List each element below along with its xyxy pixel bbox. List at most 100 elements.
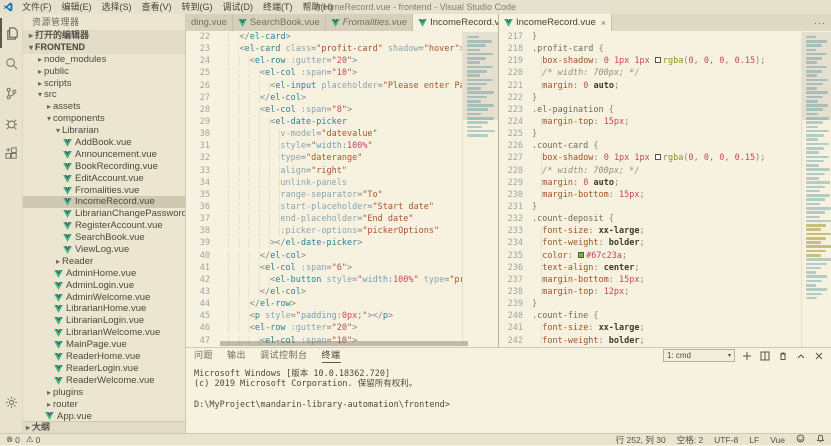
status-item[interactable]: 空格: 2 bbox=[677, 434, 703, 446]
code-line[interactable]: 236 text-align: center; bbox=[499, 262, 831, 274]
tree-item-LibrarianWelcome.vue[interactable]: LibrarianWelcome.vue bbox=[23, 327, 185, 339]
minimap-right[interactable] bbox=[801, 31, 831, 347]
menu-item[interactable]: 帮助(H) bbox=[298, 0, 339, 14]
extensions-icon[interactable] bbox=[0, 138, 23, 168]
code-line[interactable]: 40 </el-col> bbox=[186, 250, 498, 262]
code-line[interactable]: 220 /* width: 700px; */ bbox=[499, 67, 831, 79]
code-line[interactable]: 26 <el-input placeholder="Please enter P… bbox=[186, 80, 498, 92]
tree-item-Announcement.vue[interactable]: Announcement.vue bbox=[23, 149, 185, 161]
tree-item-LibrarianChangePassword.vue[interactable]: LibrarianChangePassword.vue bbox=[23, 208, 185, 220]
minimap-slider[interactable] bbox=[463, 32, 498, 120]
code-line[interactable]: 222} bbox=[499, 92, 831, 104]
feedback-smiley-icon[interactable] bbox=[796, 434, 805, 445]
code-line[interactable]: 46 <el-row :gutter="20"> bbox=[186, 322, 498, 334]
problems-status[interactable]: ⊗ 0 ⚠ 0 bbox=[6, 434, 40, 445]
tree-item-public[interactable]: ▸public bbox=[23, 66, 185, 78]
code-line[interactable]: 45 <p style="padding:0px;"></p> bbox=[186, 310, 498, 322]
code-line[interactable]: 33 align="right" bbox=[186, 165, 498, 177]
tree-item-src[interactable]: ▾src bbox=[23, 89, 185, 101]
minimap-left[interactable] bbox=[462, 31, 498, 347]
code-line[interactable]: 221 margin: 0 auto; bbox=[499, 80, 831, 92]
horizontal-scrollbar[interactable] bbox=[220, 341, 468, 346]
code-line[interactable]: 223.el-pagination { bbox=[499, 104, 831, 116]
code-line[interactable]: 217} bbox=[499, 31, 831, 43]
close-panel-icon[interactable] bbox=[813, 350, 825, 362]
code-line[interactable]: 28 <el-col :span="8"> bbox=[186, 104, 498, 116]
code-line[interactable]: 38 :picker-options="pickerOptions" bbox=[186, 225, 498, 237]
tree-item-AdminWelcome.vue[interactable]: AdminWelcome.vue bbox=[23, 292, 185, 304]
settings-gear-icon[interactable] bbox=[0, 387, 23, 417]
code-line[interactable]: 219 box-shadow: 0 1px 1px rgba(0, 0, 0, … bbox=[499, 55, 831, 67]
menu-item[interactable]: 编辑(E) bbox=[57, 0, 97, 14]
code-line[interactable]: 237 margin-bottom: 15px; bbox=[499, 274, 831, 286]
code-line[interactable]: 225} bbox=[499, 128, 831, 140]
tab-SearchBook.vue[interactable]: SearchBook.vue bbox=[233, 14, 326, 31]
code-line[interactable]: 224 margin-top: 15px; bbox=[499, 116, 831, 128]
panel-tabs[interactable]: 问题输出调试控制台终端 bbox=[194, 348, 355, 363]
code-editor-right[interactable]: 217}218.profit-card {219 box-shadow: 0 1… bbox=[499, 31, 831, 347]
code-line[interactable]: 242 font-weight: bolder; bbox=[499, 335, 831, 347]
tab-bar-right[interactable]: IncomeRecord.vue× ··· bbox=[499, 14, 831, 31]
code-line[interactable]: 226.count-card { bbox=[499, 140, 831, 152]
menu-item[interactable]: 选择(S) bbox=[97, 0, 137, 14]
code-line[interactable]: 235 color: #67c23a; bbox=[499, 250, 831, 262]
tab-IncomeRecord.vue[interactable]: IncomeRecord.vue× bbox=[499, 14, 612, 31]
tree-item-node_modules[interactable]: ▸node_modules bbox=[23, 54, 185, 66]
code-line[interactable]: 231} bbox=[499, 201, 831, 213]
code-line[interactable]: 32 type="daterange" bbox=[186, 152, 498, 164]
code-line[interactable]: 239} bbox=[499, 298, 831, 310]
status-item[interactable]: UTF-8 bbox=[714, 435, 738, 445]
code-line[interactable]: 232.count-deposit { bbox=[499, 213, 831, 225]
code-line[interactable]: 218.profit-card { bbox=[499, 43, 831, 55]
tree-item-ReaderWelcome.vue[interactable]: ReaderWelcome.vue bbox=[23, 375, 185, 387]
tree-item-AddBook.vue[interactable]: AddBook.vue bbox=[23, 137, 185, 149]
code-line[interactable]: 234 font-weight: bolder; bbox=[499, 237, 831, 249]
code-line[interactable]: 241 font-size: xx-large; bbox=[499, 322, 831, 334]
tree-item-router[interactable]: ▸router bbox=[23, 399, 185, 411]
tree-item-Fromalities.vue[interactable]: Fromalities.vue bbox=[23, 185, 185, 197]
menu-item[interactable]: 查看(V) bbox=[137, 0, 177, 14]
code-line[interactable]: 22 </el-card> bbox=[186, 31, 498, 43]
tree-item-AdminHome.vue[interactable]: AdminHome.vue bbox=[23, 268, 185, 280]
panel-tab-终端[interactable]: 终端 bbox=[322, 348, 341, 363]
tree-item-SearchBook.vue[interactable]: SearchBook.vue bbox=[23, 232, 185, 244]
kill-terminal-icon[interactable] bbox=[777, 350, 789, 362]
tree-item-ReaderLogin.vue[interactable]: ReaderLogin.vue bbox=[23, 363, 185, 375]
code-line[interactable]: 230 margin-bottom: 15px; bbox=[499, 189, 831, 201]
tree-item-Librarian[interactable]: ▾Librarian bbox=[23, 125, 185, 137]
tree-item-LibrarianLogin.vue[interactable]: LibrarianLogin.vue bbox=[23, 315, 185, 327]
tree-item-scripts[interactable]: ▸scripts bbox=[23, 78, 185, 90]
status-item[interactable]: LF bbox=[749, 435, 759, 445]
tree-item-assets[interactable]: ▸assets bbox=[23, 101, 185, 113]
menu-item[interactable]: 文件(F) bbox=[17, 0, 57, 14]
tree-item-BookRecording.vue[interactable]: BookRecording.vue bbox=[23, 161, 185, 173]
code-line[interactable]: 233 font-size: xx-large; bbox=[499, 225, 831, 237]
code-line[interactable]: 228 /* width: 700px; */ bbox=[499, 165, 831, 177]
code-line[interactable]: 30 v-model="datevalue" bbox=[186, 128, 498, 140]
more-icon[interactable]: ··· bbox=[813, 16, 827, 30]
panel-tab-问题[interactable]: 问题 bbox=[194, 348, 213, 363]
tree-item-MainPage.vue[interactable]: MainPage.vue bbox=[23, 339, 185, 351]
maximize-panel-icon[interactable] bbox=[795, 350, 807, 362]
terminal-output[interactable]: Microsoft Windows [版本 10.0.18362.720](c)… bbox=[186, 363, 831, 410]
menu-item[interactable]: 转到(G) bbox=[177, 0, 218, 14]
code-line[interactable]: 29 <el-date-picker bbox=[186, 116, 498, 128]
terminal-picker[interactable]: 1: cmd ▾ bbox=[663, 349, 735, 362]
tree-item--[interactable]: ▸打开的编辑器 bbox=[23, 30, 185, 42]
outline-section[interactable]: ▸ 大纲 bbox=[23, 421, 185, 433]
search-icon[interactable] bbox=[0, 48, 23, 78]
code-line[interactable]: 43 </el-col> bbox=[186, 286, 498, 298]
code-line[interactable]: 41 <el-col :span="6"> bbox=[186, 262, 498, 274]
code-line[interactable]: 42 <el-button style="width:100%" type="p… bbox=[186, 274, 498, 286]
code-line[interactable]: 23 <el-card class="profit-card" shadow="… bbox=[186, 43, 498, 55]
code-line[interactable]: 227 box-shadow: 0 1px 1px rgba(0, 0, 0, … bbox=[499, 152, 831, 164]
code-line[interactable]: 240.count-fine { bbox=[499, 310, 831, 322]
new-terminal-icon[interactable] bbox=[741, 350, 753, 362]
code-line[interactable]: 27 </el-col> bbox=[186, 92, 498, 104]
tree-item-RegisterAccount.vue[interactable]: RegisterAccount.vue bbox=[23, 220, 185, 232]
tab-bar-left[interactable]: ding.vueSearchBook.vueFromalities.vueInc… bbox=[186, 14, 498, 31]
tree-item-LibrarianHome.vue[interactable]: LibrarianHome.vue bbox=[23, 303, 185, 315]
debug-icon[interactable] bbox=[0, 108, 23, 138]
code-line[interactable]: 25 <el-col :span="10"> bbox=[186, 67, 498, 79]
code-editor-left[interactable]: 22 </el-card>23 <el-card class="profit-c… bbox=[186, 31, 498, 347]
